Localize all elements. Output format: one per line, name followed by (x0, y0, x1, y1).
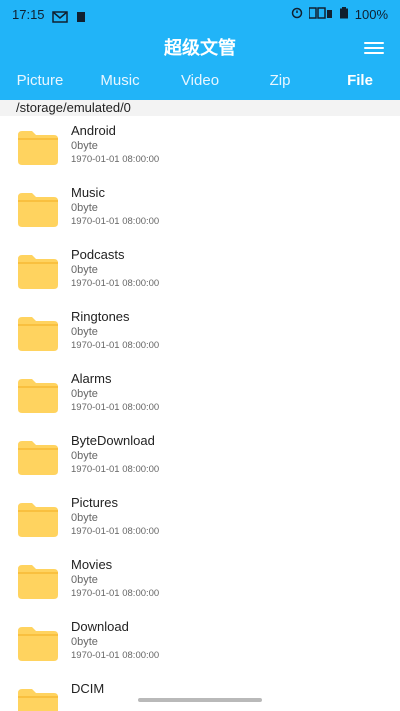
folder-icon (16, 563, 60, 601)
file-date: 1970-01-01 08:00:00 (71, 650, 160, 661)
file-size: 0byte (71, 574, 98, 586)
file-size: 0byte (71, 636, 98, 648)
status-time: 17:15 (12, 7, 45, 22)
file-list: Android 0byte 1970-01-01 08:00:00 Music … (0, 116, 400, 711)
signal-icon (308, 7, 333, 22)
current-path: /storage/emulated/0 (16, 100, 131, 115)
file-name: Pictures (71, 495, 118, 510)
file-name: Alarms (71, 371, 112, 386)
file-name: DCIM (71, 681, 105, 696)
notification-icon (76, 8, 86, 27)
file-name: Podcasts (71, 247, 125, 262)
file-date: 1970-01-01 08:00:00 (71, 154, 160, 165)
alarm-icon (291, 7, 303, 22)
file-row[interactable]: Alarms 0byte 1970-01-01 08:00:00 (0, 364, 400, 426)
file-manager-app: 17:15 100% 超级文管 Picture Music Video Zip … (0, 0, 400, 711)
file-row[interactable]: Ringtones 0byte 1970-01-01 08:00:00 (0, 302, 400, 364)
folder-icon (16, 377, 60, 415)
file-name: Music (71, 185, 105, 200)
page-title: 超级文管 (164, 38, 236, 59)
folder-icon (16, 625, 60, 663)
folder-icon (16, 129, 60, 167)
folder-icon (16, 501, 60, 539)
file-name: ByteDownload (71, 433, 155, 448)
app-header: 17:15 100% 超级文管 Picture Music Video Zip … (0, 0, 400, 100)
hamburger-menu-button[interactable] (362, 38, 386, 58)
file-date: 1970-01-01 08:00:00 (71, 464, 160, 475)
menu-line (364, 47, 384, 49)
folder-icon (16, 253, 60, 291)
file-date: 1970-01-01 08:00:00 (71, 340, 160, 351)
status-bar: 17:15 100% (0, 0, 400, 30)
file-name: Ringtones (71, 309, 130, 324)
tab-zip[interactable]: Zip (240, 72, 320, 96)
file-row[interactable]: Pictures 0byte 1970-01-01 08:00:00 (0, 488, 400, 550)
file-name: Movies (71, 557, 113, 572)
file-size: 0byte (71, 202, 98, 214)
file-size: 0byte (71, 388, 98, 400)
file-row[interactable]: Podcasts 0byte 1970-01-01 08:00:00 (0, 240, 400, 302)
file-size: 0byte (71, 450, 98, 462)
tab-video[interactable]: Video (160, 72, 240, 96)
battery-icon (339, 7, 349, 22)
file-date: 1970-01-01 08:00:00 (71, 216, 160, 227)
file-date: 1970-01-01 08:00:00 (71, 588, 160, 599)
file-row[interactable]: DCIM (0, 674, 400, 711)
file-row[interactable]: Music 0byte 1970-01-01 08:00:00 (0, 178, 400, 240)
file-date: 1970-01-01 08:00:00 (71, 526, 160, 537)
file-size: 0byte (71, 326, 98, 338)
file-size: 0byte (71, 264, 98, 276)
home-indicator[interactable] (138, 698, 262, 702)
file-name: Download (71, 619, 129, 634)
path-bar: /storage/emulated/0 (0, 100, 400, 116)
tab-music[interactable]: Music (80, 72, 160, 96)
folder-icon (16, 315, 60, 353)
file-name: Android (71, 123, 116, 138)
folder-icon (16, 439, 60, 477)
folder-icon (16, 191, 60, 229)
file-size: 0byte (71, 140, 98, 152)
tab-picture[interactable]: Picture (0, 72, 80, 96)
file-size: 0byte (71, 512, 98, 524)
folder-icon (16, 687, 60, 711)
battery-percentage: 100% (354, 7, 388, 22)
menu-line (364, 52, 384, 54)
file-date: 1970-01-01 08:00:00 (71, 402, 160, 413)
menu-line (364, 42, 384, 44)
category-tabs: Picture Music Video Zip File (0, 72, 400, 96)
file-row[interactable]: ByteDownload 0byte 1970-01-01 08:00:00 (0, 426, 400, 488)
file-row[interactable]: Android 0byte 1970-01-01 08:00:00 (0, 116, 400, 178)
mail-icon (52, 8, 68, 27)
file-row[interactable]: Movies 0byte 1970-01-01 08:00:00 (0, 550, 400, 612)
tab-file[interactable]: File (320, 72, 400, 96)
file-row[interactable]: Download 0byte 1970-01-01 08:00:00 (0, 612, 400, 674)
file-date: 1970-01-01 08:00:00 (71, 278, 160, 289)
